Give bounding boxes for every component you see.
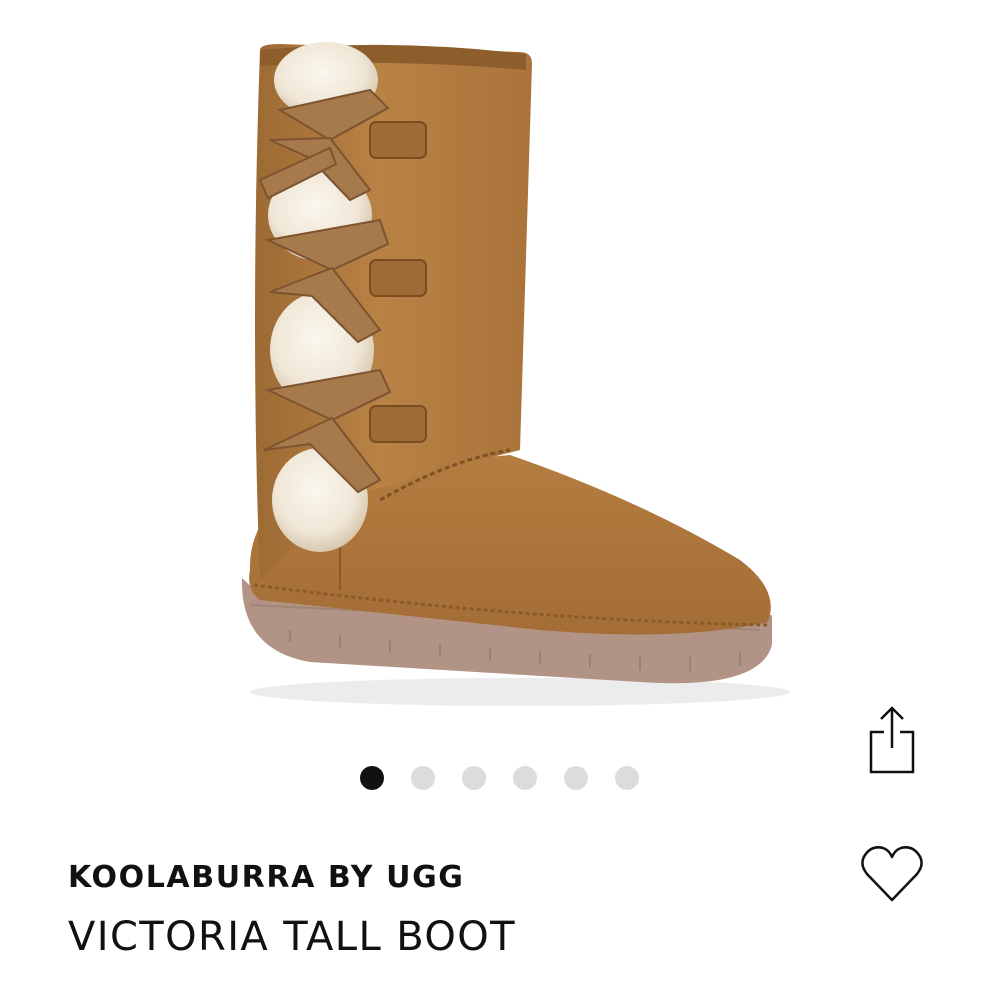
product-image-boot[interactable] <box>220 30 800 720</box>
share-button[interactable] <box>862 702 922 778</box>
carousel-dot-4[interactable] <box>513 766 537 790</box>
product-brand[interactable]: KOOLABURRA BY UGG <box>68 860 465 895</box>
image-carousel-pagination <box>360 766 639 790</box>
carousel-dot-3[interactable] <box>462 766 486 790</box>
product-detail-page: KOOLABURRA BY UGG VICTORIA TALL BOOT <box>0 0 1000 1000</box>
share-icon <box>869 706 915 774</box>
heart-icon <box>861 846 923 902</box>
carousel-dot-6[interactable] <box>615 766 639 790</box>
carousel-dot-1[interactable] <box>360 766 384 790</box>
carousel-dot-2[interactable] <box>411 766 435 790</box>
wishlist-button[interactable] <box>858 840 926 908</box>
carousel-dot-5[interactable] <box>564 766 588 790</box>
product-title: VICTORIA TALL BOOT <box>68 914 516 960</box>
